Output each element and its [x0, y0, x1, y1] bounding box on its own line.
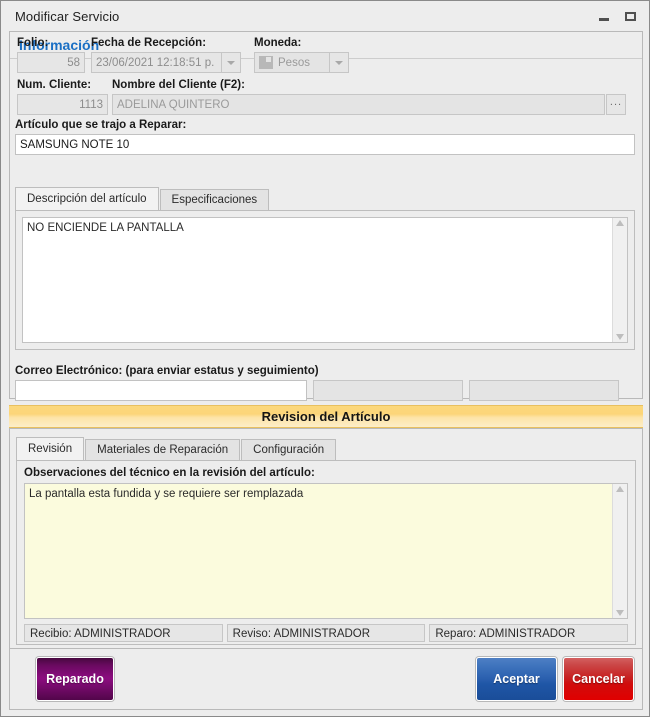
revision-banner-title: Revision del Artículo: [261, 409, 391, 424]
reparado-button[interactable]: Reparado: [36, 657, 114, 701]
folio-input[interactable]: [17, 52, 85, 73]
observaciones-label: Observaciones del técnico en la revisión…: [24, 467, 315, 479]
tab-descripcion-del-articulo[interactable]: Descripción del artículo: [15, 187, 159, 210]
descripcion-scrollbar[interactable]: [612, 218, 627, 342]
modificar-servicio-window: Modificar Servicio Información Folio: Fe…: [0, 0, 650, 717]
revision-banner: Revision del Artículo: [9, 405, 643, 428]
minimize-icon: [599, 18, 609, 21]
correo-group: Correo Electrónico: (para enviar estatus…: [15, 363, 635, 401]
folio-group: Folio:: [17, 37, 85, 73]
num-cliente-label: Num. Cliente:: [17, 79, 92, 91]
descripcion-textarea[interactable]: [23, 218, 612, 342]
descripcion-textarea-wrap: [22, 217, 628, 343]
articulo-label: Artículo que se trajo a Reparar:: [15, 119, 187, 131]
descripcion-tab-body: [15, 210, 635, 350]
nombre-cliente-group: Nombre del Cliente (F2): ...: [112, 79, 626, 115]
moneda-dropdown-button[interactable]: [330, 52, 349, 73]
correo-fields-row: [15, 380, 635, 401]
num-cliente-field-line: [17, 94, 108, 115]
scroll-down-icon[interactable]: [615, 334, 625, 340]
status-reparo: Reparo: ADMINISTRADOR: [429, 624, 629, 642]
status-reviso: Reviso: ADMINISTRADOR: [226, 624, 426, 642]
descripcion-tab-container: Descripción del artículo Especificacione…: [15, 187, 635, 350]
num-cliente-group: Num. Cliente:: [17, 79, 108, 115]
nombre-cliente-browse-button[interactable]: ...: [606, 94, 626, 115]
footer-bar: Reparado Aceptar Cancelar: [9, 649, 643, 710]
maximize-button[interactable]: [617, 6, 643, 28]
observaciones-textarea-wrap: [24, 483, 628, 619]
scroll-up-icon[interactable]: [615, 220, 625, 226]
moneda-value-box[interactable]: Pesos: [254, 52, 330, 73]
fecha-recepcion-field-line: [91, 52, 241, 73]
aceptar-button[interactable]: Aceptar: [476, 657, 557, 701]
fecha-recepcion-input[interactable]: [91, 52, 222, 73]
descripcion-tabstrip: Descripción del artículo Especificacione…: [15, 187, 635, 210]
cancelar-button[interactable]: Cancelar: [563, 657, 634, 701]
correo-extra-field-1[interactable]: [313, 380, 463, 401]
title-bar: Modificar Servicio: [1, 1, 649, 32]
folio-label: Folio:: [17, 37, 49, 49]
revision-tab-container: Revisión Materiales de Reparación Config…: [16, 437, 636, 645]
currency-image-icon: [259, 56, 273, 69]
tab-revision[interactable]: Revisión: [16, 437, 85, 460]
status-fields-row: Recibio: ADMINISTRADOR Reviso: ADMINISTR…: [24, 624, 629, 642]
articulo-input[interactable]: [15, 134, 635, 155]
chevron-down-icon: [335, 60, 343, 65]
minimize-button[interactable]: [591, 6, 617, 28]
folio-field-line: [17, 52, 85, 73]
fecha-recepcion-dropdown-button[interactable]: [222, 52, 241, 73]
nombre-cliente-input[interactable]: [112, 94, 605, 115]
revision-tab-body: Observaciones del técnico en la revisión…: [16, 460, 636, 645]
num-cliente-input[interactable]: [17, 94, 108, 115]
tab-materiales-de-reparacion[interactable]: Materiales de Reparación: [85, 439, 241, 460]
tab-especificaciones[interactable]: Especificaciones: [159, 189, 270, 210]
scroll-up-icon[interactable]: [615, 486, 625, 492]
correo-extra-field-2[interactable]: [469, 380, 619, 401]
observaciones-scrollbar[interactable]: [612, 484, 627, 618]
moneda-field-line: Pesos: [254, 52, 349, 73]
revision-tabstrip: Revisión Materiales de Reparación Config…: [16, 437, 636, 460]
revision-panel: Revisión Materiales de Reparación Config…: [9, 428, 643, 649]
folio-row: Folio: Fecha de Recepción: Moneda: Pesos: [9, 37, 349, 73]
moneda-group: Moneda: Pesos: [254, 37, 349, 73]
correo-input[interactable]: [15, 380, 307, 401]
moneda-label: Moneda:: [254, 37, 302, 49]
window-title: Modificar Servicio: [15, 9, 120, 24]
nombre-cliente-field-line: ...: [112, 94, 626, 115]
chevron-down-icon: [227, 60, 235, 65]
correo-label: Correo Electrónico: (para enviar estatus…: [15, 365, 319, 377]
fecha-recepcion-group: Fecha de Recepción:: [91, 37, 241, 73]
moneda-value: Pesos: [278, 56, 310, 69]
status-recibio: Recibio: ADMINISTRADOR: [24, 624, 223, 642]
nombre-cliente-label: Nombre del Cliente (F2):: [112, 79, 245, 91]
tab-configuracion[interactable]: Configuración: [241, 439, 337, 460]
maximize-icon: [624, 12, 636, 21]
fecha-recepcion-label: Fecha de Recepción:: [91, 37, 207, 49]
observaciones-textarea[interactable]: [25, 484, 612, 618]
scroll-down-icon[interactable]: [615, 610, 625, 616]
cliente-row: Num. Cliente: Nombre del Cliente (F2): .…: [9, 79, 626, 115]
articulo-group: Artículo que se trajo a Reparar:: [9, 119, 635, 155]
